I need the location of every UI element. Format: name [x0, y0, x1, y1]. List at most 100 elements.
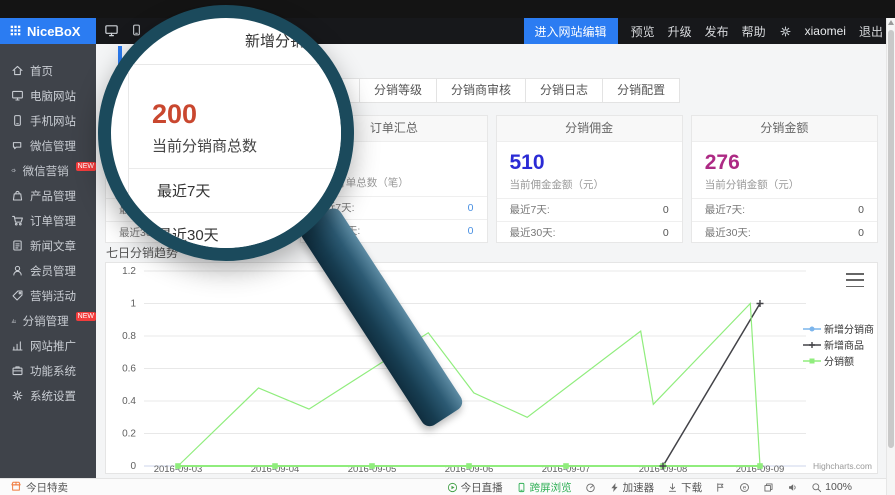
apps-grid-icon — [10, 24, 21, 39]
cart-icon — [11, 214, 24, 227]
legend-item-分销额[interactable]: 分销额 — [803, 353, 874, 368]
status-tool-flag[interactable] — [715, 482, 726, 493]
sidebar-item-label: 首页 — [30, 63, 53, 79]
sidebar-item-briefcase[interactable]: 功能系统 — [0, 358, 96, 383]
legend-item-新增商品[interactable]: 新增商品 — [803, 337, 874, 352]
wechat-icon — [11, 139, 24, 152]
today-sale-item[interactable]: 今日特卖 — [10, 480, 68, 495]
sidebar-item-home[interactable]: 首页 — [0, 58, 96, 83]
status-tool-window[interactable] — [763, 482, 774, 493]
card-row: 最近30天:0 — [692, 221, 877, 244]
status-tool-label: 加速器 — [623, 480, 655, 495]
window-icon — [763, 482, 774, 493]
card-row-value[interactable]: 0 — [468, 220, 474, 242]
sidebar-item-label: 功能系统 — [30, 363, 76, 379]
card-row-value[interactable]: 0 — [858, 199, 864, 221]
status-tool-label: 下载 — [681, 480, 702, 495]
status-tool-play-circle[interactable]: 今日直播 — [447, 480, 503, 495]
play-circle-icon — [447, 482, 458, 493]
doc-icon — [11, 239, 24, 252]
status-tool-phone[interactable]: 跨屏浏览 — [516, 480, 572, 495]
brand-logo[interactable]: NiceBoX — [0, 18, 96, 44]
sidebar-item-tag[interactable]: 营销活动 — [0, 283, 96, 308]
tab-分销等级[interactable]: 分销等级 — [359, 78, 437, 103]
status-tool-download[interactable]: 下载 — [667, 480, 702, 495]
home-icon — [11, 64, 24, 77]
sidebar-item-signal[interactable]: 网站推广 — [0, 333, 96, 358]
phone-icon — [516, 482, 527, 493]
vertical-scrollbar[interactable] — [886, 18, 895, 495]
sidebar-item-doc[interactable]: 新闻文章 — [0, 233, 96, 258]
lightning-icon — [609, 482, 620, 493]
e-browser-icon: e — [739, 482, 750, 493]
svg-text:0.2: 0.2 — [122, 429, 136, 440]
scrollbar-up-arrow[interactable] — [888, 20, 894, 25]
legend-label: 分销额 — [824, 353, 854, 368]
sidebar-item-user[interactable]: 会员管理 — [0, 258, 96, 283]
desktop-view-icon — [104, 23, 119, 38]
svg-text:0: 0 — [130, 461, 136, 472]
sidebar-item-desktop[interactable]: 电脑网站 — [0, 83, 96, 108]
card-row-value[interactable]: 0 — [663, 199, 669, 221]
header-links: 预览升级发布帮助 — [631, 23, 766, 40]
briefcase-icon — [11, 364, 24, 377]
legend-item-新增分销商[interactable]: 新增分销商 — [803, 321, 874, 336]
signal-icon — [11, 339, 24, 352]
tab-分销商审核[interactable]: 分销商审核 — [436, 78, 526, 103]
card-row-value[interactable]: 0 — [858, 222, 864, 244]
sidebar-item-label: 产品管理 — [30, 188, 76, 204]
stat-card: 分销金额276当前分销金额（元）最近7天:0最近30天:0 — [691, 115, 878, 243]
status-tool-lightning[interactable]: 加速器 — [609, 480, 655, 495]
scrollbar-thumb[interactable] — [888, 30, 894, 448]
card-row-value[interactable]: 0 — [468, 197, 474, 219]
magnified-row-7days: 最近7天 — [129, 168, 354, 212]
username[interactable]: xiaomei — [805, 24, 846, 38]
settings-gear-icon[interactable] — [779, 25, 792, 38]
speedometer-icon — [585, 482, 596, 493]
desktop-view-icon[interactable] — [104, 23, 119, 43]
sidebar-item-megaphone[interactable]: 微信营销NEW — [0, 158, 96, 183]
header-link[interactable]: 帮助 — [742, 23, 766, 40]
status-tool-magnifier[interactable]: 100% — [811, 481, 852, 493]
new-badge: NEW — [76, 162, 96, 171]
sidebar-item-bag[interactable]: 产品管理 — [0, 183, 96, 208]
magnifier-lens: 新增分销商 200 当前分销商总数 最近7天 最近30天 — [98, 5, 354, 261]
header-link[interactable]: 升级 — [668, 23, 692, 40]
sidebar-item-wechat[interactable]: 微信管理 — [0, 133, 96, 158]
header-link[interactable]: 预览 — [631, 23, 655, 40]
card-title: 分销佣金 — [497, 116, 682, 142]
sidebar-item-columns[interactable]: 分销管理NEW — [0, 308, 96, 333]
magnified-card-title: 新增分销商 — [245, 30, 320, 51]
sidebar-item-label: 手机网站 — [30, 113, 76, 129]
desktop-icon — [11, 89, 24, 102]
megaphone-icon — [11, 164, 17, 177]
tab-分销日志[interactable]: 分销日志 — [525, 78, 603, 103]
chart-legend: 新增分销商新增商品分销额 — [803, 321, 874, 368]
magnifier-icon — [811, 482, 822, 493]
card-row: 最近7天:0 — [497, 198, 682, 221]
app-screen: NiceBoX 进入网站编辑 预览升级发布帮助 xiaomei 退出 首页电脑网… — [0, 0, 895, 495]
card-row-value[interactable]: 0 — [663, 222, 669, 244]
svg-text:0.8: 0.8 — [122, 331, 136, 342]
tab-分销配置[interactable]: 分销配置 — [602, 78, 680, 103]
header-link[interactable]: 发布 — [705, 23, 729, 40]
sidebar-item-gear[interactable]: 系统设置 — [0, 383, 96, 408]
enter-site-edit-button[interactable]: 进入网站编辑 — [524, 18, 618, 44]
status-tool-speedometer[interactable] — [585, 482, 596, 493]
sidebar-nav: 首页电脑网站手机网站微信管理微信营销NEW 产品管理订单管理新闻文章会员管理营销活… — [0, 44, 96, 478]
logout-link[interactable]: 退出 — [859, 23, 883, 40]
sidebar-item-mobile[interactable]: 手机网站 — [0, 108, 96, 133]
card-row-label: 最近30天: — [510, 222, 556, 244]
chart-context-menu-button[interactable] — [844, 271, 866, 289]
top-header: NiceBoX 进入网站编辑 预览升级发布帮助 xiaomei 退出 — [0, 18, 895, 44]
browser-top-strip — [0, 0, 895, 18]
sidebar-item-cart[interactable]: 订单管理 — [0, 208, 96, 233]
settings-gear-icon — [779, 25, 792, 38]
svg-text:0.6: 0.6 — [122, 364, 136, 375]
download-icon — [667, 482, 678, 493]
highcharts-credit[interactable]: Highcharts.com — [813, 461, 872, 471]
status-tool-e-browser[interactable]: e — [739, 482, 750, 493]
status-tool-label: 100% — [825, 481, 852, 493]
status-tool-speaker[interactable] — [787, 482, 798, 493]
sidebar-item-label: 新闻文章 — [30, 238, 76, 254]
